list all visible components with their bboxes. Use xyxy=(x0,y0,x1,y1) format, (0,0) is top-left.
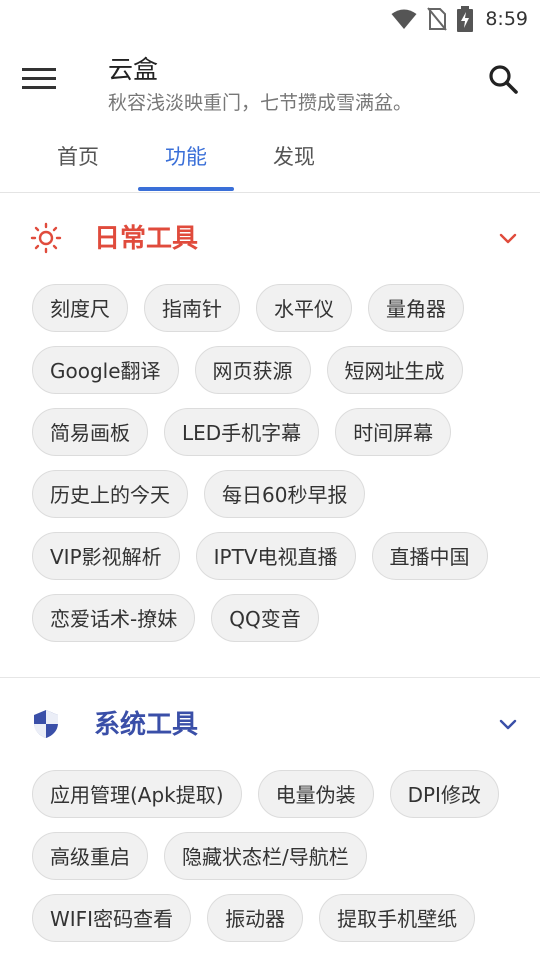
tool-chip[interactable]: 时间屏幕 xyxy=(335,408,452,456)
tool-chip[interactable]: 短网址生成 xyxy=(326,346,463,394)
chip-group-system: 应用管理(Apk提取) 电量伪装 DPI修改高级重启 隐藏状态栏/导航栏 WIFI密码查… xyxy=(32,770,522,942)
tool-chip[interactable]: 简易画板 xyxy=(32,408,148,456)
tool-chip[interactable]: 历史上的今天 xyxy=(32,470,188,518)
tab-bar: 首页 功能 发现 xyxy=(0,130,540,193)
tool-chip[interactable]: 指南针 xyxy=(144,284,240,332)
app-title: 云盒 xyxy=(108,55,159,84)
search-button[interactable] xyxy=(486,62,522,98)
app-subtitle: 秋容浅淡映重门，七节攒成雪满盆。 xyxy=(108,92,413,114)
tab-functions[interactable]: 功能 xyxy=(138,130,234,192)
tool-chip[interactable]: 刻度尺 xyxy=(32,284,128,332)
shield-icon xyxy=(34,710,58,738)
tool-chip[interactable]: 量角器 xyxy=(368,284,464,332)
section-system-tools: 系统工具 应用管理(Apk提取) 电量伪装 DPI修改高级重启 隐藏状态栏/导航栏 WI… xyxy=(0,684,540,960)
section-header-daily[interactable]: 日常工具 xyxy=(0,198,540,278)
tool-chip[interactable]: 高级重启 xyxy=(32,832,148,880)
section-title-system: 系统工具 xyxy=(94,710,199,740)
menu-icon xyxy=(22,68,56,89)
wifi-icon xyxy=(391,9,417,29)
tool-chip[interactable]: 每日60秒早报 xyxy=(204,470,366,518)
app-bar: 云盒 秋容浅淡映重门，七节攒成雪满盆。 xyxy=(0,36,540,124)
tab-home[interactable]: 首页 xyxy=(30,130,126,192)
tool-chip[interactable]: 恋爱话术-撩妹 xyxy=(32,594,196,642)
chip-group-daily: 刻度尺 指南针 水平仪 量角器 Google翻译 网页获源 短网址生成简易画板 LED手机字幕… xyxy=(32,284,522,642)
tab-indicator xyxy=(138,187,234,191)
section-title-daily: 日常工具 xyxy=(94,224,199,254)
tool-chip[interactable]: LED手机字幕 xyxy=(164,408,320,456)
tool-chip[interactable]: WIFI密码查看 xyxy=(32,894,192,942)
section-divider xyxy=(0,677,540,678)
tool-chip[interactable]: 应用管理(Apk提取) xyxy=(32,770,242,818)
sun-icon xyxy=(30,222,62,254)
tool-chip[interactable]: 水平仪 xyxy=(256,284,352,332)
tool-chip[interactable]: QQ变音 xyxy=(211,594,319,642)
tool-chip[interactable]: Google翻译 xyxy=(32,346,179,394)
menu-button[interactable] xyxy=(22,62,62,96)
section-daily-tools: 日常工具 刻度尺 指南针 水平仪 量角器 Google翻译 网页获源 短网址生成简易画板 LE… xyxy=(0,198,540,676)
tool-chip[interactable]: 振动器 xyxy=(207,894,304,942)
status-bar: 8:59 xyxy=(0,0,540,36)
tool-chip[interactable]: 电量伪装 xyxy=(257,770,374,818)
chevron-down-icon[interactable] xyxy=(496,226,520,250)
tool-chip[interactable]: 直播中国 xyxy=(371,532,488,580)
chevron-down-icon[interactable] xyxy=(496,712,520,736)
tool-chip[interactable]: 隐藏状态栏/导航栏 xyxy=(164,832,367,880)
no-sim-icon xyxy=(427,7,448,31)
tool-chip[interactable]: VIP影视解析 xyxy=(32,532,180,580)
status-icons: 8:59 xyxy=(391,6,528,32)
battery-charging-icon xyxy=(457,6,474,32)
tool-chip[interactable]: 网页获源 xyxy=(194,346,311,394)
search-icon xyxy=(489,65,518,94)
tool-chip[interactable]: DPI修改 xyxy=(389,770,499,818)
section-header-system[interactable]: 系统工具 xyxy=(0,684,540,764)
status-time: 8:59 xyxy=(485,8,528,30)
tool-chip[interactable]: 提取手机壁纸 xyxy=(319,894,476,942)
tool-chip[interactable]: IPTV电视直播 xyxy=(195,532,356,580)
tab-discover[interactable]: 发现 xyxy=(246,130,342,192)
